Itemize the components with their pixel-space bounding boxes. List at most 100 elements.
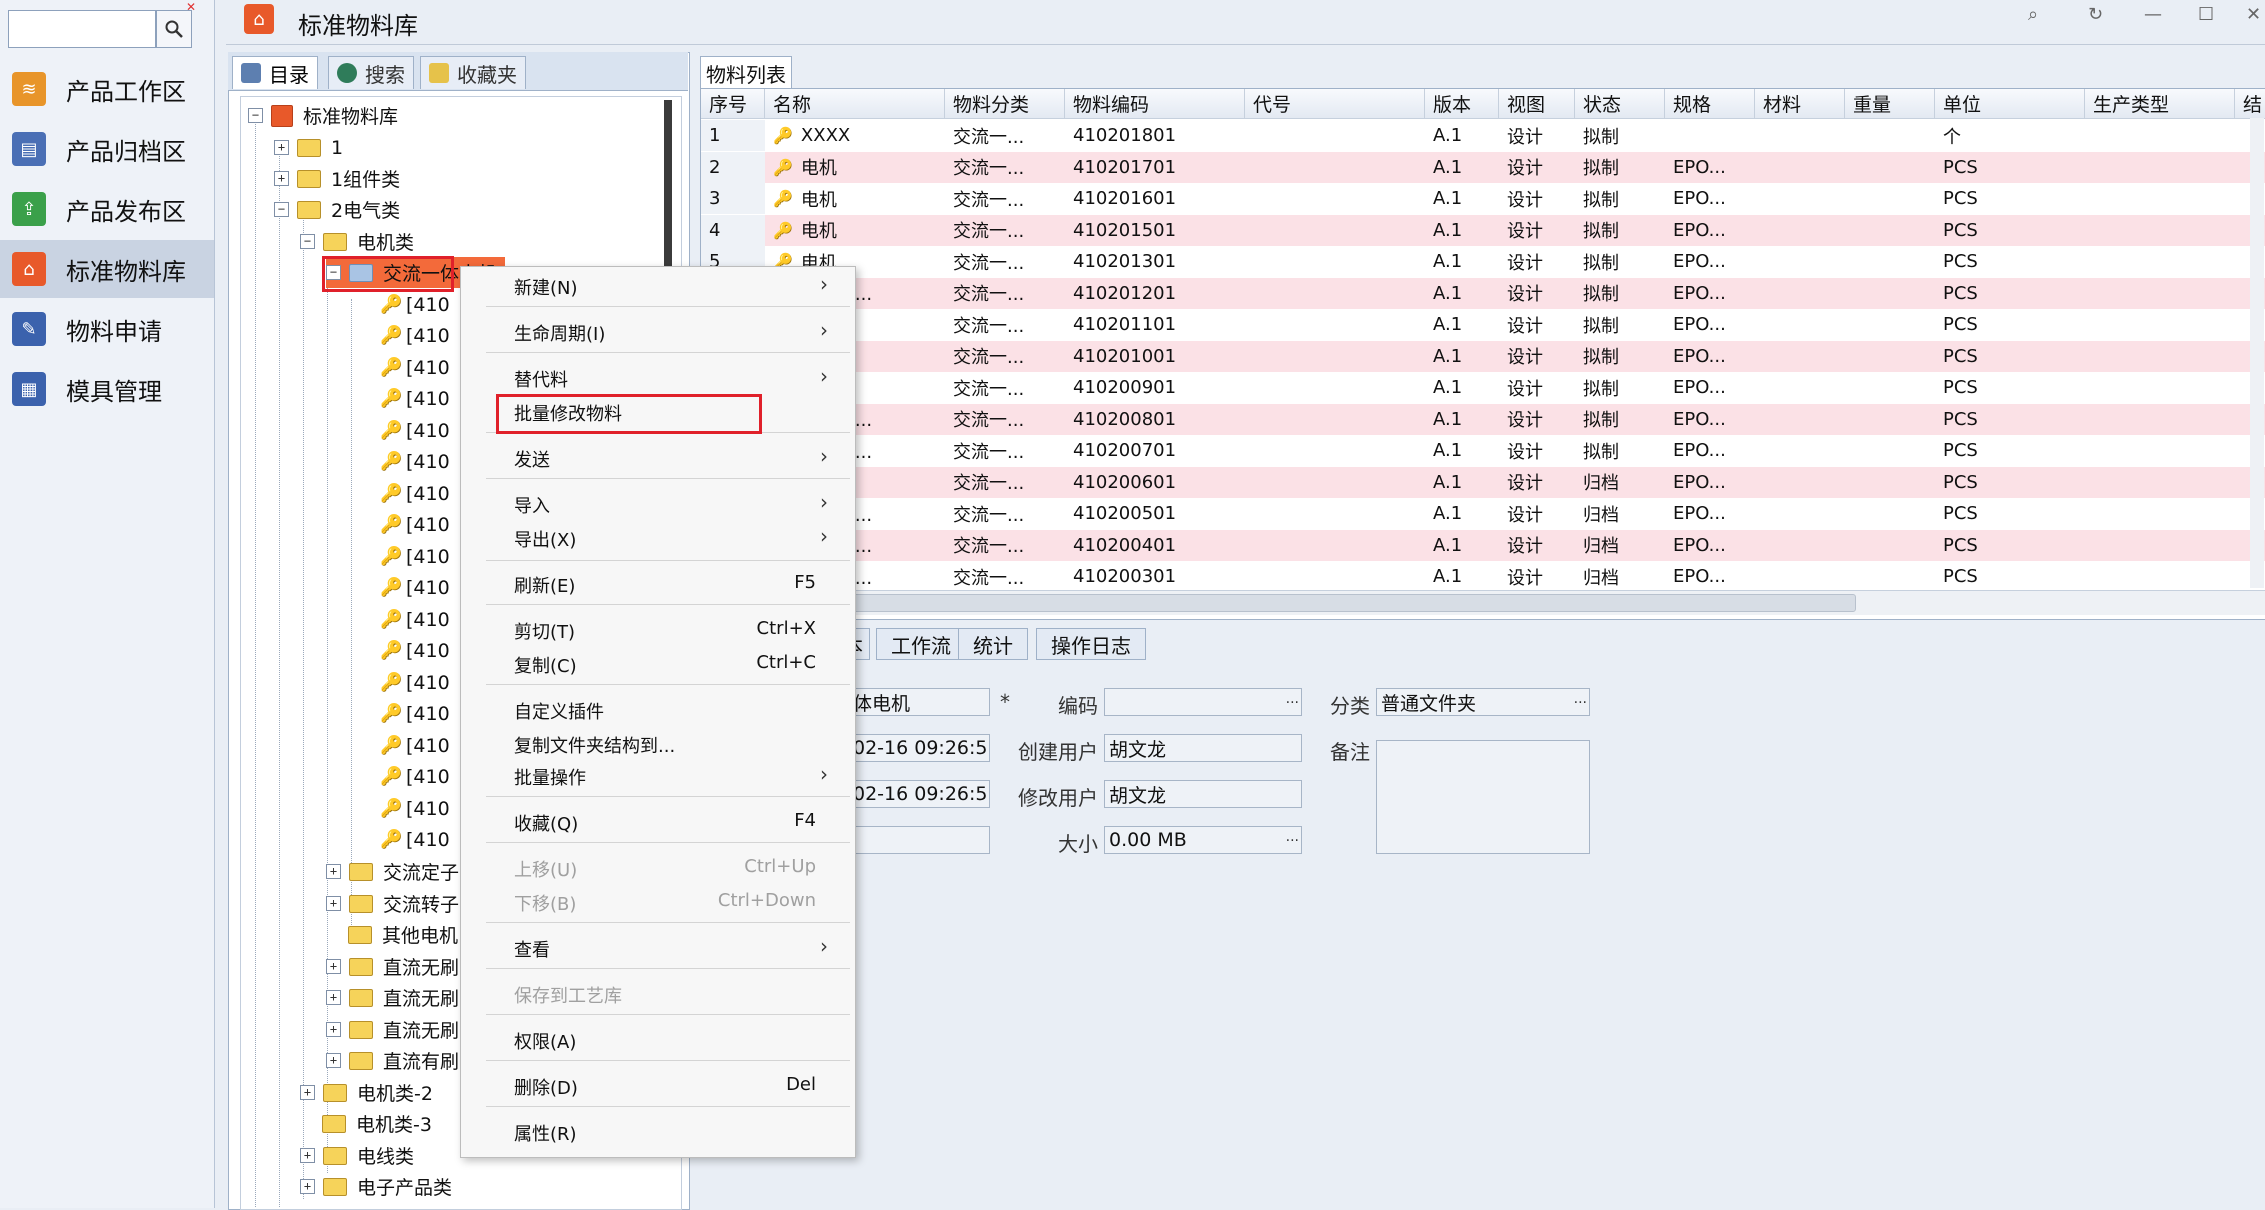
collapse-icon[interactable]: − <box>248 108 263 123</box>
menu-item[interactable]: 属性(R) <box>514 1120 577 1146</box>
table-row[interactable]: 🔑交流一...410201001A.1设计拟制EPO...PCS <box>701 340 2265 372</box>
modify-user-field[interactable]: 胡文龙 <box>1104 780 1302 808</box>
column-header[interactable]: 物料编码 <box>1065 89 1245 119</box>
tree-material-item[interactable]: 🔑 [410 <box>380 447 450 478</box>
column-header[interactable]: 版本 <box>1425 89 1499 119</box>
column-header[interactable]: 规格 <box>1665 89 1755 119</box>
nav-item-standard-material-library[interactable]: ⌂ 标准物料库 <box>0 240 214 298</box>
column-header[interactable]: 结 <box>2235 89 2265 119</box>
nav-item-product-archive[interactable]: ▤ 产品归档区 <box>0 120 214 178</box>
expand-icon[interactable]: + <box>326 864 341 879</box>
tree-node[interactable]: − 电机类 <box>300 226 414 257</box>
tab-search[interactable]: 搜索 <box>328 56 414 89</box>
create-time-field[interactable]: 02-16 09:26:5 <box>848 734 990 762</box>
table-row[interactable]: 3 🔑 电机 交流一... 410201601 A.1 设计 拟制 EPO... PCS <box>701 183 2265 215</box>
tree-material-item[interactable]: 🔑 [410 <box>380 478 450 509</box>
collapse-icon[interactable]: − <box>300 234 315 249</box>
table-row[interactable]: 🔑（带挡...交流一...410200701A.1设计拟制EPO...PCS <box>701 435 2265 467</box>
menu-item[interactable]: 导入 <box>514 492 550 518</box>
column-header[interactable]: 物料分类 <box>945 89 1065 119</box>
menu-item[interactable]: 导出(X) <box>514 526 576 552</box>
expand-icon[interactable]: + <box>326 896 341 911</box>
remark-textarea[interactable] <box>1376 740 1590 854</box>
tree-node[interactable]: − 2电气类 <box>274 194 400 225</box>
tree-node[interactable]: + 直流无刷 <box>326 951 459 982</box>
nav-item-product-release[interactable]: ⇪ 产品发布区 <box>0 180 214 238</box>
tree-material-item[interactable]: 🔑 [410 <box>380 825 450 856</box>
close-icon[interactable]: ✕ <box>186 0 196 14</box>
tab-material-list[interactable]: 物料列表 <box>700 56 792 89</box>
tree-material-item[interactable]: 🔑 [410 <box>380 510 450 541</box>
nav-item-product-workspace[interactable]: ≋ 产品工作区 <box>0 60 214 118</box>
tab-workflow[interactable]: 工作流 <box>876 628 966 660</box>
table-row[interactable]: 4 🔑 电机 交流一... 410201501 A.1 设计 拟制 EPO... PCS <box>701 214 2265 246</box>
name-field[interactable]: 体电机 <box>848 688 990 716</box>
tree-node[interactable]: + 电机类-2 <box>300 1077 433 1108</box>
tree-material-item[interactable]: 🔑 [410 <box>380 321 450 352</box>
tree-node[interactable]: + 交流定子 <box>326 856 459 887</box>
tab-statistics[interactable]: 统计 <box>958 628 1028 660</box>
vertical-scrollbar[interactable] <box>2250 118 2264 588</box>
search-icon[interactable]: ⌕ <box>2028 4 2038 25</box>
nav-item-material-request[interactable]: ✎ 物料申请 <box>0 300 214 358</box>
table-row[interactable]: 5 🔑 电机 交流一... 410201301 A.1 设计 拟制 EPO... PCS <box>701 246 2265 278</box>
tree-material-item[interactable]: 🔑 [410 <box>380 730 450 761</box>
menu-item[interactable]: 自定义插件 <box>514 698 604 724</box>
tree-material-item[interactable]: 🔑 [410 <box>380 352 450 383</box>
nav-search-input[interactable] <box>8 10 156 48</box>
table-row[interactable]: 🔑（不带...交流一...410200301A.1设计归档EPO...PCS <box>701 561 2265 593</box>
tree-node[interactable]: + 直流无刷 <box>326 1014 459 1045</box>
tree-material-item[interactable]: 🔑 [410 <box>380 573 450 604</box>
tab-directory[interactable]: 目录 <box>232 56 318 89</box>
tree-material-item[interactable]: 🔑 [410 <box>380 636 450 667</box>
maximize-icon[interactable]: ☐ <box>2198 4 2214 25</box>
expand-icon[interactable]: + <box>300 1085 315 1100</box>
expand-icon[interactable]: + <box>326 1053 341 1068</box>
refresh-icon[interactable]: ↻ <box>2088 4 2103 25</box>
tree-material-item[interactable]: 🔑 [410 <box>380 541 450 572</box>
tree-node[interactable]: 电机类-3 <box>322 1108 432 1139</box>
menu-item[interactable]: 发送 <box>514 446 550 472</box>
tree-node[interactable]: + 电线类 <box>300 1140 414 1171</box>
tree-node-root[interactable]: − 标准物料库 <box>248 100 398 131</box>
table-row[interactable]: 🔑交流一...410201101A.1设计拟制EPO...PCS <box>701 309 2265 341</box>
column-header[interactable]: 材料 <box>1755 89 1845 119</box>
table-row[interactable]: 1 🔑 XXXX 交流一... 410201801 A.1 设计 拟制 个 <box>701 120 2265 152</box>
tree-node[interactable]: + 1组件类 <box>274 163 400 194</box>
scrollbar-thumb[interactable] <box>720 594 1856 612</box>
tree-material-item[interactable]: 🔑 [410 <box>380 289 450 320</box>
menu-item[interactable]: 删除(D) <box>514 1074 578 1100</box>
column-header[interactable]: 单位 <box>1935 89 2085 119</box>
tree-material-item[interactable]: 🔑 [410 <box>380 762 450 793</box>
menu-item[interactable]: 收藏(Q) <box>514 810 578 836</box>
collapse-icon[interactable]: − <box>274 202 289 217</box>
tree-node[interactable]: + 直流有刷 <box>326 1045 459 1076</box>
column-header[interactable]: 视图 <box>1499 89 1575 119</box>
tree-material-item[interactable]: 🔑 [410 <box>380 384 450 415</box>
tree-node[interactable]: + 直流无刷 <box>326 982 459 1013</box>
tree-material-item[interactable]: 🔑 [410 <box>380 415 450 446</box>
tree-material-item[interactable]: 🔑 [410 <box>380 793 450 824</box>
expand-icon[interactable]: + <box>300 1148 315 1163</box>
table-row[interactable]: 🔑（带挡...交流一...410201201A.1设计拟制EPO...PCS <box>701 277 2265 309</box>
table-row[interactable]: 2 🔑 电机 交流一... 410201701 A.1 设计 拟制 EPO... PCS <box>701 151 2265 183</box>
menu-item[interactable]: 剪切(T) <box>514 618 575 644</box>
menu-item[interactable]: 复制(C) <box>514 652 577 678</box>
browse-icon[interactable]: ... <box>1574 691 1587 707</box>
menu-item[interactable]: 刷新(E) <box>514 572 575 598</box>
expand-icon[interactable]: + <box>326 990 341 1005</box>
tab-operation-log[interactable]: 操作日志 <box>1036 628 1146 660</box>
menu-item[interactable]: 替代料 <box>514 366 568 392</box>
expand-icon[interactable]: + <box>274 171 289 186</box>
expand-icon[interactable]: + <box>300 1179 315 1194</box>
search-button[interactable] <box>156 10 192 48</box>
table-row[interactable]: 🔑（带挡...交流一...410200501A.1设计归档EPO...PCS <box>701 498 2265 530</box>
create-user-field[interactable]: 胡文龙 <box>1104 734 1302 762</box>
close-icon[interactable]: ✕ <box>2246 4 2261 25</box>
column-header[interactable]: 重量 <box>1845 89 1935 119</box>
table-row[interactable]: 🔑（带挡...交流一...410200801A.1设计拟制EPO...PCS <box>701 403 2265 435</box>
minimize-icon[interactable]: — <box>2144 4 2162 25</box>
menu-item[interactable]: 生命周期(I) <box>514 320 605 346</box>
tree-node[interactable]: + 1 <box>274 132 343 163</box>
tree-material-item[interactable]: 🔑 [410 <box>380 604 450 635</box>
